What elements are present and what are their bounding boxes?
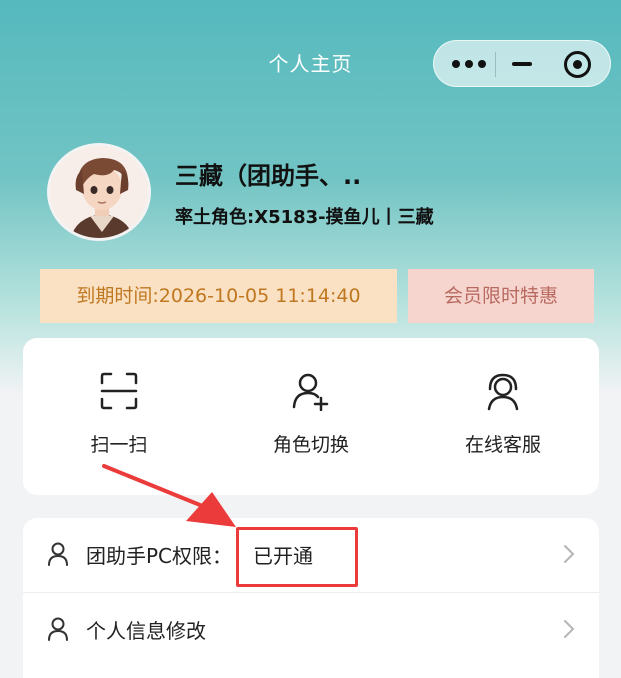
profile-edit-label: 个人信息修改 <box>86 619 206 643</box>
scan-button[interactable]: 扫一扫 <box>23 338 215 495</box>
expiry-badge: 到期时间:2026-10-05 11:14:40 <box>40 269 397 323</box>
chevron-right-icon <box>564 545 575 563</box>
customer-service-icon <box>487 373 519 411</box>
capsule-divider <box>495 52 496 77</box>
scan-icon <box>100 372 138 410</box>
user-add-icon <box>292 373 329 411</box>
shortcut-panel: 扫一扫 角色切换 在线客服 <box>23 338 599 495</box>
minimize-icon[interactable] <box>512 62 532 66</box>
role-switch-label: 角色切换 <box>272 434 349 456</box>
customer-service-button[interactable]: 在线客服 <box>407 338 599 495</box>
vip-offer-button[interactable]: 会员限时特惠 <box>408 269 594 323</box>
profile-role: 率土角色:X5183-摸鱼儿丨三藏 <box>175 207 434 228</box>
avatar[interactable] <box>47 143 151 241</box>
customer-service-label: 在线客服 <box>464 434 541 456</box>
profile-name: 三藏（团助手、.. <box>175 162 362 190</box>
annotation-highlight-box <box>236 527 358 587</box>
scan-label: 扫一扫 <box>90 434 148 456</box>
role-switch-button[interactable]: 角色切换 <box>215 338 407 495</box>
user-icon <box>48 617 68 641</box>
mini-program-capsule <box>433 40 611 87</box>
more-dots-icon[interactable] <box>452 41 512 88</box>
pc-permission-label: 团助手PC权限： <box>86 544 233 568</box>
chevron-right-icon <box>564 620 575 638</box>
profile-edit-item[interactable]: 个人信息修改 <box>23 592 599 666</box>
user-icon <box>48 542 68 566</box>
target-close-icon[interactable] <box>564 51 591 78</box>
